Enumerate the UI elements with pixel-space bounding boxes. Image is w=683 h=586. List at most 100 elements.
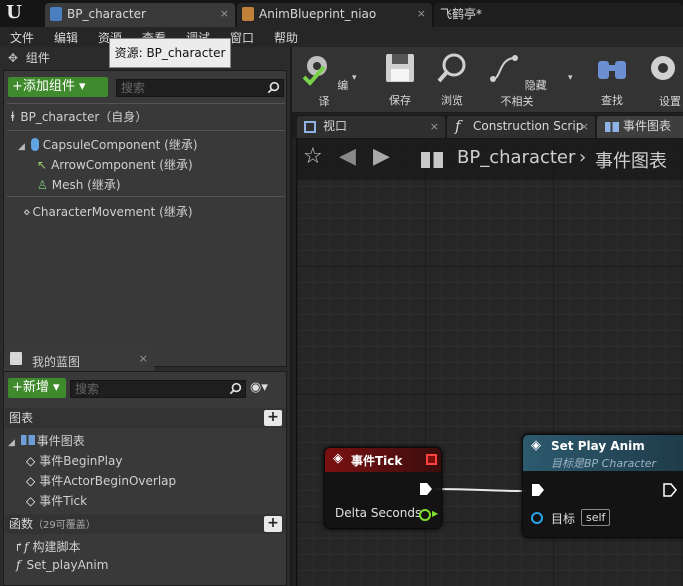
compile-dropdown-icon[interactable]: ▾ xyxy=(352,73,357,83)
function-icon: f xyxy=(16,558,21,572)
components-search-input[interactable]: 搜索 xyxy=(116,79,284,97)
blueprint-book-icon xyxy=(10,352,22,365)
event-label: 事件ActorBeginOverlap xyxy=(39,474,177,488)
component-root[interactable]: ⱡ BP_character（自身） xyxy=(11,108,147,125)
component-capsule[interactable]: ◢ CapsuleComponent (继承) xyxy=(18,136,198,153)
delegate-pin-icon[interactable] xyxy=(426,454,437,465)
function-icon: ↱f xyxy=(14,540,29,554)
tab-label: BP_character xyxy=(67,7,146,21)
left-column: ✥ 组件 +添加组件 ▾ 搜索 ⱡ BP_character（自身） ◢ Caps… xyxy=(0,47,290,586)
close-icon[interactable]: × xyxy=(139,352,148,365)
compile-button[interactable]: 编译 xyxy=(298,51,350,109)
component-arrow[interactable]: ↖ ArrowComponent (继承) xyxy=(37,156,193,173)
component-label: Mesh (继承) xyxy=(51,178,121,192)
browse-button[interactable]: 浏览 xyxy=(428,51,476,108)
event-graph-item[interactable]: ◢ 事件图表 xyxy=(8,432,85,449)
graphs-section[interactable]: 图表 + xyxy=(5,408,286,428)
anim-blueprint-icon xyxy=(242,7,254,21)
find-button[interactable]: 查找 xyxy=(588,51,636,108)
function-icon: f xyxy=(455,117,461,135)
close-icon[interactable]: × xyxy=(580,116,589,137)
event-begin-play[interactable]: ◇ 事件BeginPlay xyxy=(26,452,122,469)
component-label: ArrowComponent (继承) xyxy=(51,158,193,172)
event-tick-header: ◈ 事件Tick xyxy=(325,448,441,472)
tab-label: 事件图表 xyxy=(623,119,672,133)
find-label: 查找 xyxy=(601,94,623,107)
search-icon xyxy=(267,81,280,94)
editor-tab-bar: 视口 × f Construction Scrip × 事件图表 xyxy=(292,114,683,138)
target-pin-label: 目标 xyxy=(551,512,576,526)
exec-output-pin-icon[interactable] xyxy=(419,482,433,496)
component-character-movement[interactable]: ⋄ CharacterMovement (继承) xyxy=(23,203,193,220)
functions-label: 函数 xyxy=(9,517,34,531)
tab-bp-character[interactable]: BP_character × xyxy=(45,3,235,27)
browse-label: 浏览 xyxy=(441,94,463,107)
set-play-anim-node[interactable]: ◈ Set Play Anim 目标是BP Character 目标 self xyxy=(522,434,683,538)
tab-animblueprint[interactable]: AnimBlueprint_niao × xyxy=(237,3,432,27)
tab-viewport[interactable]: 视口 × xyxy=(297,116,445,138)
save-button[interactable]: 保存 xyxy=(376,51,424,108)
float-pin-icon[interactable] xyxy=(419,509,431,521)
divider xyxy=(7,196,285,197)
component-label: CapsuleComponent (继承) xyxy=(42,138,198,152)
functions-section[interactable]: 函数（29可覆盖） + xyxy=(5,514,286,534)
add-component-button[interactable]: +添加组件 ▾ xyxy=(8,77,108,97)
skeletal-mesh-icon: ♙ xyxy=(37,178,48,192)
tab-project[interactable]: 飞鹤亭* xyxy=(434,3,683,27)
class-settings-button[interactable]: 类设置 xyxy=(644,51,683,109)
editor-area: 编译 ▾ 保存 浏览 隐藏不相关 ▾ 查找 设置 视口 × f Construc… xyxy=(292,47,683,586)
hide-unrelated-dropdown-icon[interactable]: ▾ xyxy=(568,73,573,83)
my-blueprint-tab[interactable]: 我的蓝图 × xyxy=(4,349,154,371)
actor-icon: ⱡ xyxy=(11,110,15,124)
tab-event-graph[interactable]: 事件图表 xyxy=(597,116,683,138)
menu-edit[interactable]: 编辑 xyxy=(54,29,78,46)
components-title: 组件 xyxy=(25,51,50,65)
my-blueprint-title: 我的蓝图 xyxy=(32,355,81,369)
set-play-anim-title: Set Play Anim xyxy=(551,439,645,453)
tab-construction-script[interactable]: f Construction Scrip × xyxy=(447,116,595,138)
tab-label: Construction Scrip xyxy=(473,119,584,133)
function-set-play-anim[interactable]: f Set_playAnim xyxy=(16,558,108,572)
event-label: 事件Tick xyxy=(39,494,88,508)
function-label: Set_playAnim xyxy=(26,558,109,572)
components-panel: +添加组件 ▾ 搜索 ⱡ BP_character（自身） ◢ CapsuleCo… xyxy=(3,70,287,367)
components-icon: ✥ xyxy=(8,51,19,65)
functions-override-count: （29可覆盖） xyxy=(33,520,96,531)
divider xyxy=(7,103,285,104)
add-graph-button[interactable]: + xyxy=(264,410,282,426)
object-pin-icon[interactable] xyxy=(531,512,543,524)
add-function-button[interactable]: + xyxy=(264,516,282,532)
viewport-icon xyxy=(304,121,316,133)
capsule-icon xyxy=(30,138,39,151)
event-icon: ◇ xyxy=(26,454,36,468)
menu-file[interactable]: 文件 xyxy=(10,29,34,46)
event-tick-item[interactable]: ◇ 事件Tick xyxy=(26,492,87,509)
hide-unrelated-icon xyxy=(490,55,519,82)
close-icon[interactable]: × xyxy=(417,3,426,25)
function-label: 构建脚本 xyxy=(32,540,81,554)
tab-label: 视口 xyxy=(323,119,348,133)
tab-label: AnimBlueprint_niao xyxy=(259,7,377,21)
menu-window[interactable]: 窗口 xyxy=(230,29,254,46)
event-icon: ◇ xyxy=(26,474,36,488)
eye-visibility-icon[interactable]: ◉▾ xyxy=(250,380,282,398)
event-actor-begin-overlap[interactable]: ◇ 事件ActorBeginOverlap xyxy=(26,472,176,489)
exec-input-pin-icon[interactable] xyxy=(531,483,545,497)
new-button[interactable]: +新增 ▾ xyxy=(8,378,66,398)
blueprint-search-input[interactable]: 搜索 xyxy=(70,380,246,398)
float-pin-arrow-icon: ▶ xyxy=(432,509,439,518)
exec-output-pin-icon[interactable] xyxy=(663,483,677,497)
menu-help[interactable]: 帮助 xyxy=(274,29,298,46)
function-construction-script[interactable]: ↱f 构建脚本 xyxy=(14,538,81,555)
search-icon xyxy=(229,382,242,395)
magnifier-icon xyxy=(437,53,466,83)
blueprint-icon xyxy=(50,7,62,21)
event-graph-canvas[interactable]: ☆ ◀ ▶ BP_character › 事件图表 ◈ 事件Tick Delta… xyxy=(296,138,683,586)
arrow-component-icon: ↖ xyxy=(37,158,48,172)
close-icon[interactable]: × xyxy=(430,116,439,137)
search-placeholder: 搜索 xyxy=(121,81,146,95)
hide-unrelated-button[interactable]: 隐藏不相关 xyxy=(484,51,550,109)
event-tick-node[interactable]: ◈ 事件Tick Delta Seconds ▶ xyxy=(324,447,442,529)
close-icon[interactable]: × xyxy=(220,3,229,25)
component-mesh[interactable]: ♙ Mesh (继承) xyxy=(37,176,121,193)
